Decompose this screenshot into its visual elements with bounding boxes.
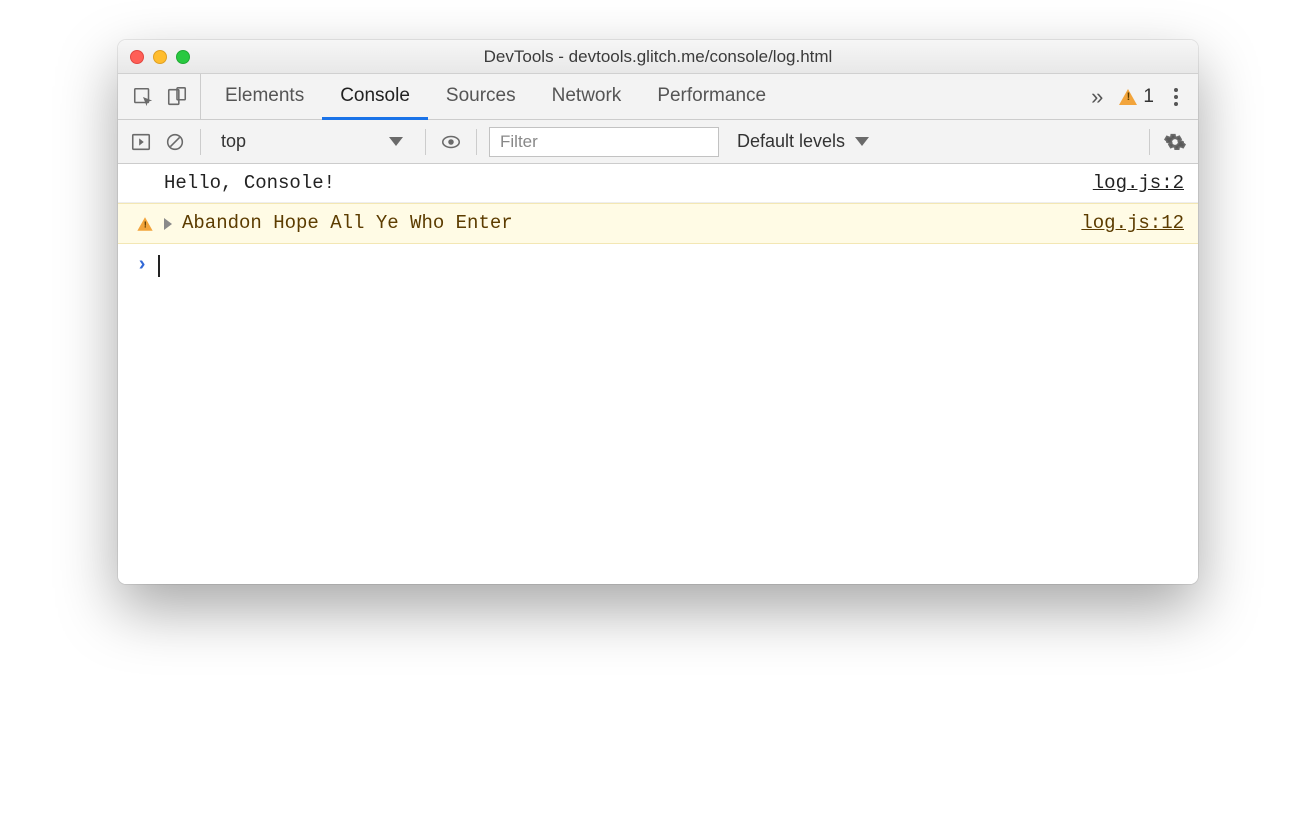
log-levels-select[interactable]: Default levels [727,131,879,152]
console-settings-icon[interactable] [1162,129,1188,155]
divider [476,129,477,155]
close-window-button[interactable] [130,50,144,64]
traffic-lights [130,50,190,64]
source-link[interactable]: log.js:2 [1093,168,1184,198]
divider [1149,129,1150,155]
tab-console[interactable]: Console [322,74,428,120]
clear-console-icon[interactable] [162,129,188,155]
toggle-sidebar-icon[interactable] [128,129,154,155]
expand-icon[interactable] [164,218,172,230]
text-cursor [158,255,160,277]
devtools-menu-icon[interactable] [1168,88,1184,106]
warning-icon [137,217,152,231]
console-output: Hello, Console! log.js:2 Abandon Hope Al… [118,164,1198,584]
tab-performance[interactable]: Performance [639,74,784,120]
execution-context-select[interactable]: top [213,127,413,157]
minimize-window-button[interactable] [153,50,167,64]
window-titlebar: DevTools - devtools.glitch.me/console/lo… [118,40,1198,74]
warning-row: Abandon Hope All Ye Who Enter log.js:12 [118,203,1198,243]
levels-label: Default levels [737,131,845,152]
zoom-window-button[interactable] [176,50,190,64]
tab-network[interactable]: Network [534,74,640,120]
warning-count: 1 [1143,86,1154,108]
live-expression-icon[interactable] [438,129,464,155]
log-row: Hello, Console! log.js:2 [118,164,1198,203]
console-prompt[interactable]: › [118,244,1198,288]
chevron-down-icon [855,137,869,146]
divider [200,129,201,155]
window-title: DevTools - devtools.glitch.me/console/lo… [118,47,1198,67]
divider [425,129,426,155]
more-tabs-icon[interactable]: » [1085,84,1105,110]
devtools-tabbar: Elements Console Sources Network Perform… [118,74,1198,120]
warning-icon [1119,89,1137,105]
log-message: Hello, Console! [164,168,335,198]
log-message: Abandon Hope All Ye Who Enter [182,208,513,238]
prompt-chevron-icon: › [136,250,148,282]
filter-input[interactable] [489,127,719,157]
context-label: top [221,131,246,152]
source-link[interactable]: log.js:12 [1081,208,1184,238]
console-toolbar: top Default levels [118,120,1198,164]
device-toolbar-icon[interactable] [164,84,190,110]
tab-elements[interactable]: Elements [207,74,322,120]
tab-sources[interactable]: Sources [428,74,534,120]
issues-warning-badge[interactable]: 1 [1119,86,1154,108]
chevron-down-icon [389,137,403,146]
panel-tabs: Elements Console Sources Network Perform… [207,74,1085,119]
devtools-window: DevTools - devtools.glitch.me/console/lo… [118,40,1198,584]
inspect-element-icon[interactable] [130,84,156,110]
